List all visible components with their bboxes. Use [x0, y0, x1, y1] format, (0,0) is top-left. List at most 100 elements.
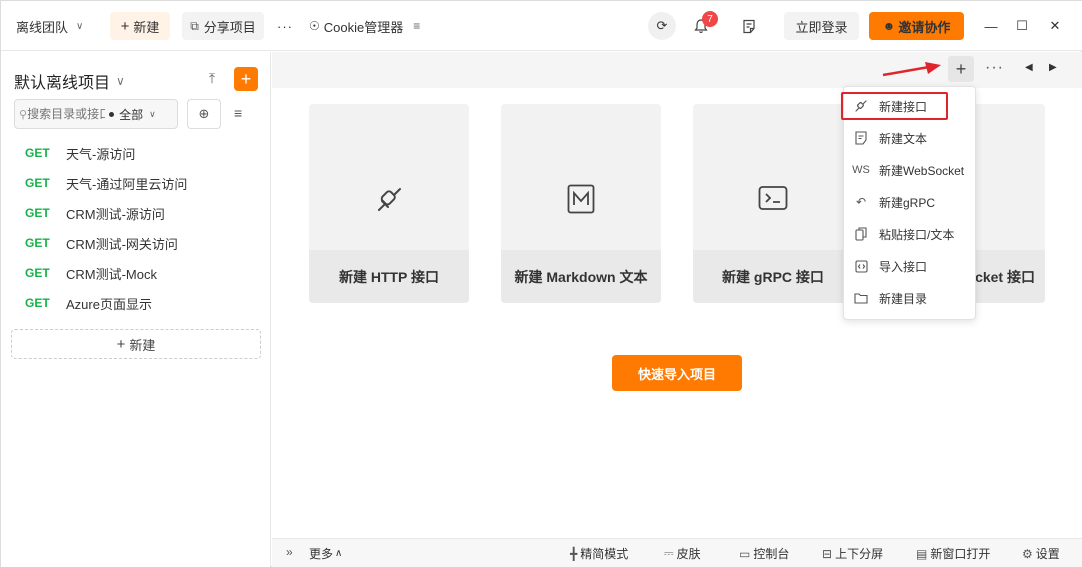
close-button[interactable]: ✕ [1045, 12, 1065, 40]
settings-label: 设置 [1035, 547, 1060, 561]
minimize-button[interactable]: — [981, 12, 1001, 40]
menu-item-new-api[interactable]: 新建接口 [841, 92, 948, 120]
api-name: 天气-通过阿里云访问 [66, 176, 188, 192]
more-label: 更多 [309, 547, 334, 561]
notification-badge: 7 [702, 11, 718, 27]
markdown-icon [501, 184, 661, 214]
close-icon: ✕ [1049, 18, 1061, 33]
quick-import-button[interactable]: 快速导入项目 [612, 355, 742, 391]
http-method: GET [25, 146, 50, 160]
split-screen-button[interactable]: ⊟ 上下分屏 [822, 545, 883, 562]
user-icon: ☻ [882, 19, 896, 33]
cookie-manager-label: Cookie管理器 [323, 19, 404, 35]
menu-item-new-folder[interactable]: 新建目录 [844, 284, 977, 312]
plus-icon: + [120, 17, 130, 35]
login-button-label: 立即登录 [795, 19, 848, 35]
http-method: GET [25, 296, 50, 310]
sync-icon: ⟳ [656, 18, 668, 33]
team-selector[interactable]: 离线团队 ∨ [16, 12, 83, 40]
card-label: 新建 gRPC 接口 [693, 250, 853, 303]
new-button[interactable]: + 新建 [110, 12, 170, 40]
document-icon [852, 131, 870, 145]
menu-item-new-websocket[interactable]: WS 新建WebSocket [844, 156, 977, 184]
add-tab-button[interactable]: + [948, 56, 974, 82]
sync-button[interactable]: ⟳ [648, 12, 676, 40]
list-item[interactable]: GET CRM测试-Mock [1, 258, 271, 288]
invite-button-label: 邀请协作 [898, 19, 951, 35]
plus-icon: + [240, 68, 252, 89]
cookie-manager-button[interactable]: ☉ Cookie管理器 ≡ [309, 12, 420, 40]
tab-more-button[interactable]: ··· [985, 59, 1004, 77]
tab-next-icon[interactable]: ▶ [1049, 62, 1057, 73]
settings-button[interactable]: ⚙ 设置 [1022, 545, 1060, 562]
locate-icon: ⊕ [198, 106, 210, 121]
new-button-label: 新建 [133, 19, 160, 35]
list-item[interactable]: GET 天气-源访问 [1, 138, 271, 168]
project-selector[interactable]: 默认离线项目 ∨ [14, 69, 125, 93]
shirt-icon: ⎓ [664, 546, 674, 560]
chevron-up-icon: ∧ [335, 548, 343, 559]
expand-sidebar-icon[interactable]: » [286, 545, 293, 559]
console-button[interactable]: ▭ 控制台 [739, 545, 789, 562]
list-item[interactable]: GET CRM测试-源访问 [1, 198, 271, 228]
skin-button[interactable]: ⎓ 皮肤 [664, 545, 701, 562]
http-method: GET [25, 236, 50, 250]
login-button[interactable]: 立即登录 [784, 12, 859, 40]
collapse-all-icon[interactable]: ≡ [234, 105, 242, 121]
terminal-icon [693, 184, 853, 212]
menu-item-new-grpc[interactable]: ↶ 新建gRPC [844, 188, 977, 216]
new-dropdown-menu: 新建接口 新建文本 WS 新建WebSocket ↶ 新建gRPC 粘贴接口/文… [841, 86, 977, 320]
import-icon [852, 259, 870, 273]
locate-button[interactable]: ⊕ [187, 99, 221, 129]
simple-mode-button[interactable]: ╋ 精简模式 [570, 545, 628, 562]
collapse-lines-icon[interactable]: ≡ [413, 19, 420, 33]
status-bar: » 更多 ∧ ╋ 精简模式 ⎓ 皮肤 ▭ 控制台 ⊟ 上下分屏 ▤ 新窗口打开 … [272, 538, 1082, 567]
tab-prev-icon[interactable]: ◀ [1025, 62, 1033, 73]
console-icon: ▭ [739, 546, 751, 561]
upload-icon[interactable]: ⤒ [202, 68, 222, 88]
minimize-icon: — [984, 18, 998, 34]
list-item[interactable]: GET 天气-通过阿里云访问 [1, 168, 271, 198]
card-label: 新建 HTTP 接口 [309, 250, 469, 303]
api-name: CRM测试-源访问 [66, 206, 165, 222]
invite-button[interactable]: ☻ 邀请协作 [869, 12, 964, 40]
menu-item-paste[interactable]: 粘贴接口/文本 [844, 220, 977, 248]
share-icon: ⧉ [190, 18, 199, 33]
sidebar-new-label: 新建 [129, 337, 156, 353]
new-markdown-card[interactable]: 新建 Markdown 文本 [501, 104, 661, 303]
http-method: GET [25, 206, 50, 220]
tab-bar: + ··· ◀ ▶ [272, 52, 1082, 88]
filter-select[interactable]: 全部 ∨ [109, 106, 156, 123]
skin-label: 皮肤 [676, 547, 701, 561]
list-item[interactable]: GET CRM测试-网关访问 [1, 228, 271, 258]
menu-item-label: 新建接口 [879, 99, 928, 114]
new-window-button[interactable]: ▤ 新窗口打开 [916, 545, 990, 562]
simple-mode-label: 精简模式 [580, 547, 629, 561]
more-button[interactable]: 更多 ∧ [309, 545, 342, 562]
plus-icon: + [116, 335, 126, 353]
menu-item-label: 粘贴接口/文本 [879, 227, 955, 242]
notes-button[interactable] [739, 12, 759, 40]
cookie-icon: ☉ [309, 19, 320, 33]
new-http-card[interactable]: 新建 HTTP 接口 [309, 104, 469, 303]
api-name: 天气-源访问 [66, 146, 136, 162]
menu-item-label: 导入接口 [879, 259, 928, 274]
share-project-button[interactable]: ⧉ 分享项目 [182, 12, 264, 40]
add-button[interactable]: + [234, 67, 258, 91]
search-input[interactable] [27, 107, 106, 121]
list-item[interactable]: GET Azure页面显示 [1, 288, 271, 318]
more-menu-button[interactable]: ··· [277, 12, 293, 40]
split-icon: ⊟ [822, 546, 833, 561]
compress-icon: ╋ [570, 546, 578, 561]
app-window: 离线团队 ∨ + 新建 ⧉ 分享项目 ··· ☉ Cookie管理器 ≡ ⟳ 7 [0, 0, 1082, 567]
gear-icon: ⚙ [1022, 546, 1033, 561]
maximize-button[interactable]: ☐ [1012, 12, 1032, 40]
menu-item-import[interactable]: 导入接口 [844, 252, 977, 280]
sidebar-new-button[interactable]: + 新建 [11, 329, 261, 359]
api-name: CRM测试-网关访问 [66, 236, 178, 252]
api-list: GET 天气-源访问 GET 天气-通过阿里云访问 GET CRM测试-源访问 … [1, 138, 271, 318]
menu-item-label: 新建目录 [879, 291, 928, 306]
folder-icon [852, 292, 870, 304]
menu-item-new-doc[interactable]: 新建文本 [844, 124, 977, 152]
new-grpc-card[interactable]: 新建 gRPC 接口 [693, 104, 853, 303]
